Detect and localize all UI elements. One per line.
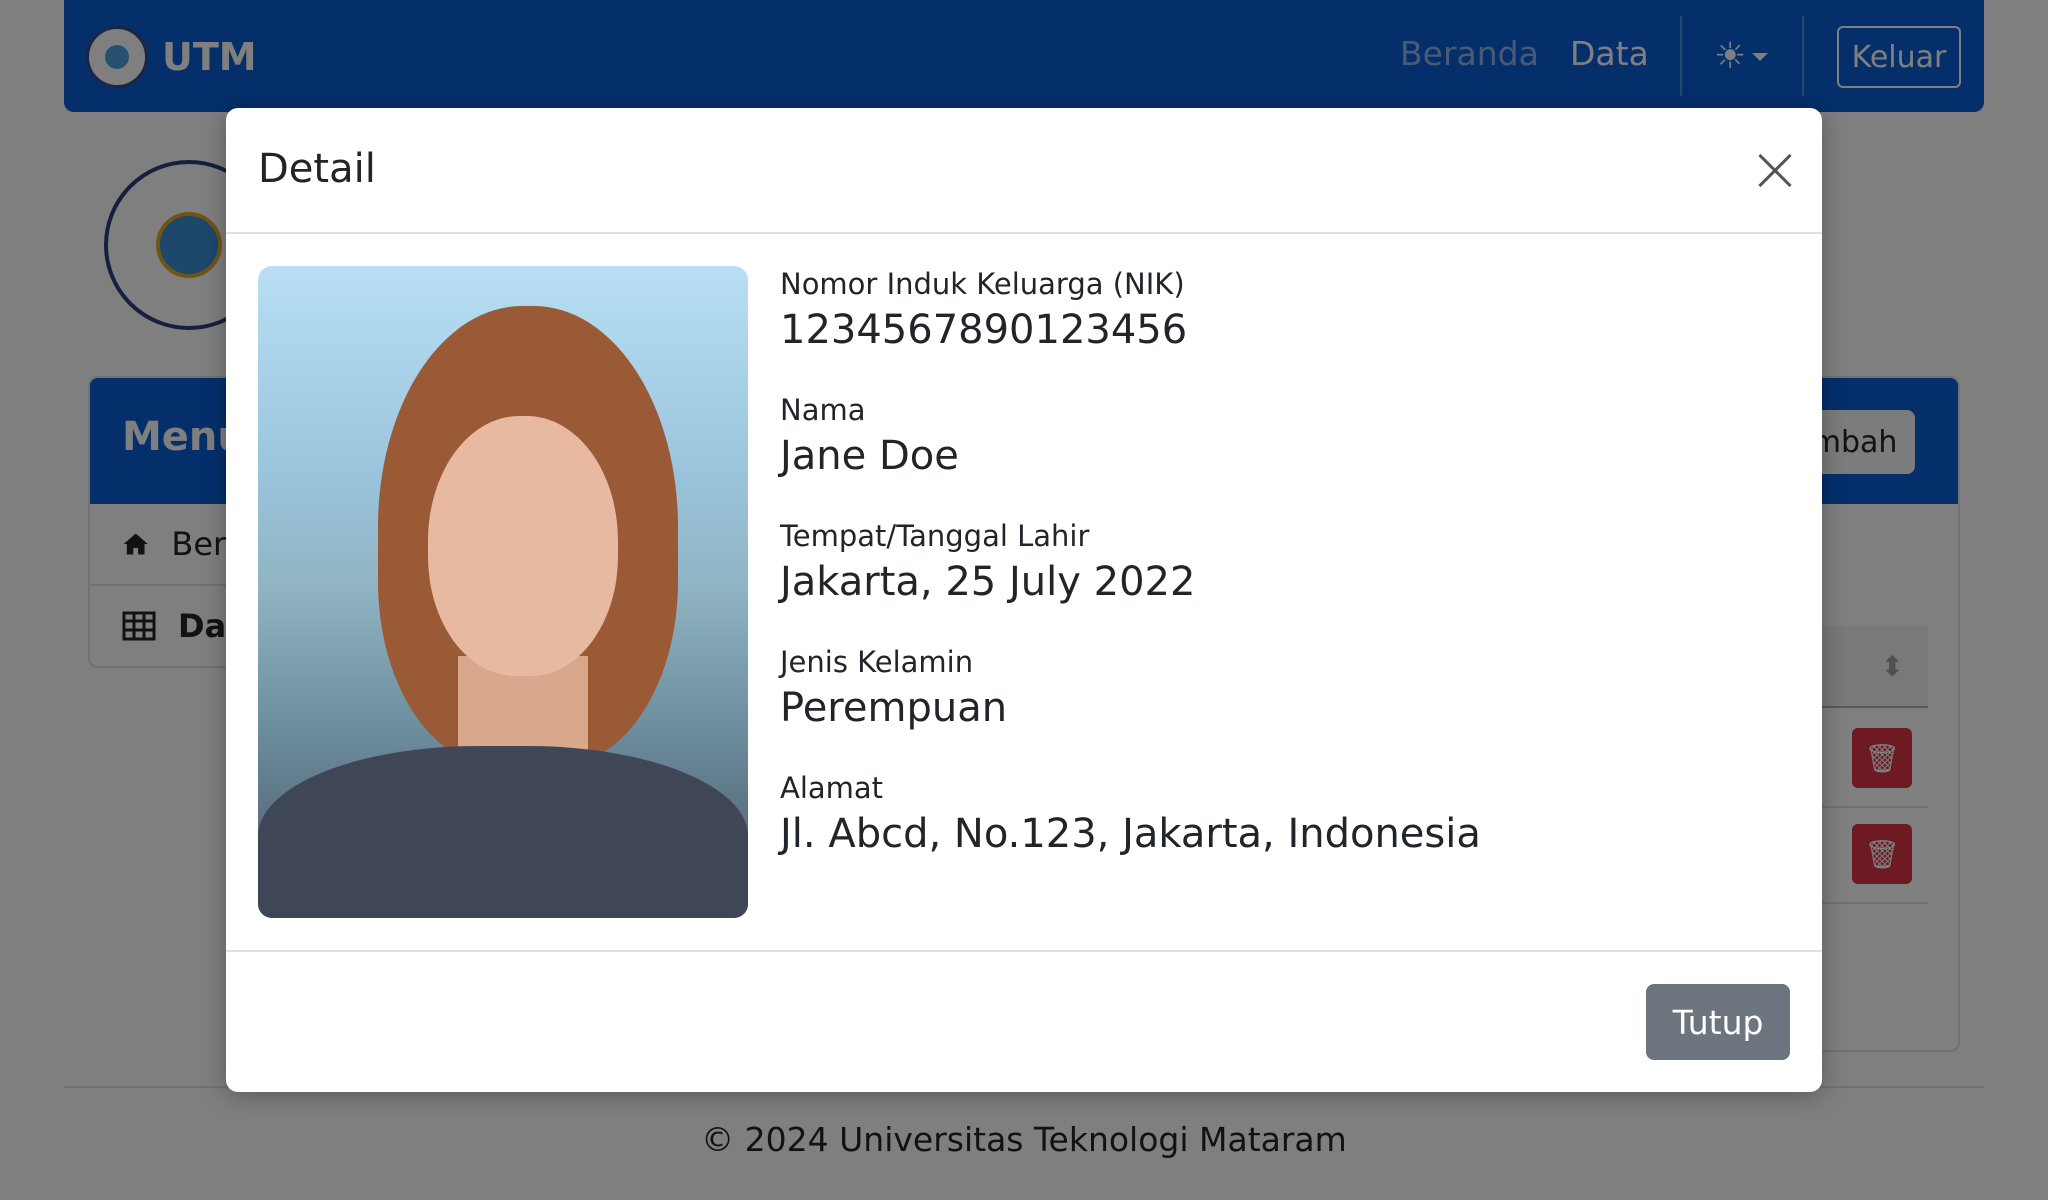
modal-header: Detail bbox=[226, 108, 1822, 234]
field-label: Jenis Kelamin bbox=[780, 645, 974, 679]
profile-photo bbox=[258, 266, 748, 918]
detail-modal: Detail Nomor Induk Keluarga (NIK) 123456… bbox=[226, 108, 1822, 1092]
field-nik: Nomor Induk Keluarga (NIK) 1234567890123… bbox=[780, 266, 1481, 358]
detail-fields: Nomor Induk Keluarga (NIK) 1234567890123… bbox=[780, 266, 1481, 896]
field-label: Tempat/Tanggal Lahir bbox=[780, 519, 1090, 553]
field-ttl: Tempat/Tanggal Lahir Jakarta, 25 July 20… bbox=[780, 518, 1481, 610]
field-jenis-kelamin: Jenis Kelamin Perempuan bbox=[780, 644, 1481, 736]
close-button[interactable]: Tutup bbox=[1646, 984, 1790, 1060]
field-value: 1234567890123456 bbox=[780, 307, 1188, 353]
field-value: Jl. Abcd, No.123, Jakarta, Indonesia bbox=[780, 811, 1481, 857]
photo-face bbox=[428, 416, 618, 676]
field-nama: Nama Jane Doe bbox=[780, 392, 1481, 484]
field-value: Jakarta, 25 July 2022 bbox=[780, 559, 1196, 605]
field-alamat: Alamat Jl. Abcd, No.123, Jakarta, Indone… bbox=[780, 770, 1481, 862]
photo-shirt bbox=[258, 746, 748, 918]
field-value: Perempuan bbox=[780, 685, 1008, 731]
field-value: Jane Doe bbox=[780, 433, 959, 479]
field-label: Nama bbox=[780, 393, 866, 427]
close-icon[interactable] bbox=[1750, 146, 1800, 196]
modal-title: Detail bbox=[258, 146, 376, 192]
field-label: Alamat bbox=[780, 771, 884, 805]
field-label: Nomor Induk Keluarga (NIK) bbox=[780, 267, 1185, 301]
modal-footer: Tutup bbox=[226, 950, 1822, 1092]
